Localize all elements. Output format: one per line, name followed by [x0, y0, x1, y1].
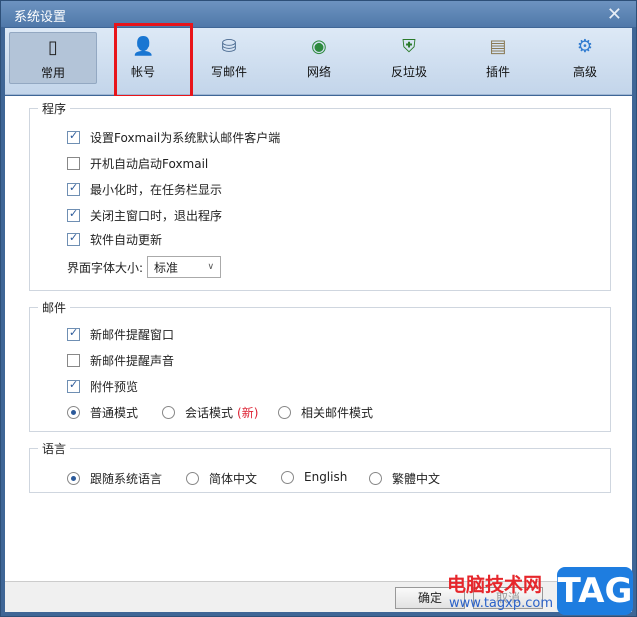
globe-icon: ◉ [311, 36, 327, 57]
tab-compose[interactable]: ⛁ 写邮件 [185, 32, 273, 84]
radio-conversation-mode[interactable]: 会话模式 (新) [162, 404, 258, 421]
radio-label: 会话模式 [185, 406, 234, 420]
title-bar: 系统设置 ✕ [1, 1, 636, 27]
tab-label: 写邮件 [210, 65, 247, 79]
font-size-row: 界面字体大小: 标准 ∨ [67, 256, 222, 278]
settings-toolbar: ▯ 常用 👤 帐号 ⛁ 写邮件 ◉ 网络 ⛨ 反垃圾 ▤ 插件 ⚙ 高级 [5, 28, 632, 95]
window-title: 系统设置 [14, 10, 67, 25]
checkbox-label: 附件预览 [90, 380, 139, 394]
tab-label: 网络 [306, 65, 331, 79]
mail-group: 邮件 新邮件提醒窗口 新邮件提醒声音 附件预览 普通模式 会话模式(新) 相关邮… [29, 299, 611, 432]
radio[interactable] [278, 406, 291, 419]
font-size-select[interactable]: 标准 ∨ [147, 256, 222, 278]
chevron-down-icon: ∨ [207, 262, 215, 272]
tab-advanced[interactable]: ⚙ 高级 [541, 32, 629, 84]
radio-label: English [304, 470, 348, 484]
checkbox-label: 新邮件提醒声音 [90, 354, 175, 368]
checkbox-label: 软件自动更新 [90, 233, 163, 247]
tab-label: 常用 [40, 66, 65, 80]
radio-simplified-chinese[interactable]: 简体中文 [186, 470, 257, 487]
radio[interactable] [281, 470, 294, 484]
checkbox-default-client[interactable]: 设置Foxmail为系统默认邮件客户端 [67, 129, 280, 146]
checkbox-auto-update[interactable]: 软件自动更新 [67, 231, 162, 248]
tab-plugins[interactable]: ▤ 插件 [454, 32, 542, 84]
radio[interactable] [67, 472, 80, 485]
checkbox-new-mail-window[interactable]: 新邮件提醒窗口 [67, 326, 174, 343]
checkbox-attachment-preview[interactable]: 附件预览 [67, 378, 138, 395]
settings-window: 系统设置 ✕ ▯ 常用 👤 帐号 ⛁ 写邮件 ◉ 网络 ⛨ 反垃圾 ▤ 插件 ⚙ 高级 程序 … [0, 0, 637, 617]
radio[interactable] [369, 472, 382, 485]
radio-traditional-chinese[interactable]: 繁體中文 [369, 470, 440, 487]
checkbox[interactable] [67, 207, 80, 222]
radio-label: 相关邮件模式 [301, 406, 374, 420]
checkbox[interactable] [67, 181, 80, 196]
checkbox-autostart[interactable]: 开机自动启动Foxmail [67, 155, 208, 172]
tab-label: 反垃圾 [390, 65, 427, 79]
radio-label: 繁體中文 [392, 472, 441, 486]
checkbox[interactable] [67, 231, 80, 246]
settings-content: 程序 设置Foxmail为系统默认邮件客户端 开机自动启动Foxmail 最小化… [5, 96, 632, 581]
ink-bottle-icon: ⛁ [221, 36, 237, 57]
box-icon: ▤ [489, 36, 507, 57]
shield-icon: ⛨ [402, 36, 416, 57]
group-title: 邮件 [38, 299, 71, 316]
checkbox-label: 新邮件提醒窗口 [90, 328, 175, 342]
group-title: 语言 [38, 440, 71, 457]
group-title: 程序 [38, 100, 71, 117]
checkbox-label: 开机自动启动Foxmail [90, 157, 209, 171]
checkbox-label: 最小化时，在任务栏显示 [90, 183, 223, 197]
tab-general[interactable]: ▯ 常用 [9, 32, 97, 84]
checkbox-label: 关闭主窗口时，退出程序 [90, 209, 223, 223]
radio-follow-system[interactable]: 跟随系统语言 [67, 470, 162, 487]
radio[interactable] [186, 472, 199, 485]
checkbox-label: 设置Foxmail为系统默认邮件客户端 [90, 131, 281, 145]
checkbox[interactable] [67, 354, 80, 367]
watermark-url: www.tagxp.com [449, 596, 553, 611]
tab-antispam[interactable]: ⛨ 反垃圾 [365, 32, 453, 84]
radio[interactable] [162, 406, 175, 419]
watermark-logo: TAG [557, 567, 633, 615]
font-size-value: 标准 [154, 260, 179, 275]
watermark-site-name: 电脑技术网 [447, 574, 543, 596]
highlight-box [114, 23, 193, 98]
checkbox[interactable] [67, 157, 80, 170]
radio-label: 跟随系统语言 [90, 472, 163, 486]
program-group: 程序 设置Foxmail为系统默认邮件客户端 开机自动启动Foxmail 最小化… [29, 100, 611, 291]
tab-label: 插件 [485, 65, 510, 79]
checkbox[interactable] [67, 326, 80, 341]
checkbox-minimize-taskbar[interactable]: 最小化时，在任务栏显示 [67, 181, 222, 198]
close-icon[interactable]: ✕ [607, 4, 622, 25]
tab-label: 高级 [572, 65, 597, 79]
radio-related-mode[interactable]: 相关邮件模式 [278, 404, 373, 421]
tab-network[interactable]: ◉ 网络 [275, 32, 363, 84]
switch-icon: ▯ [48, 37, 58, 58]
radio-label: 简体中文 [209, 472, 258, 486]
checkbox[interactable] [67, 129, 80, 144]
radio-normal-mode[interactable]: 普通模式 [67, 404, 138, 421]
language-group: 语言 跟随系统语言 简体中文 English 繁體中文 [29, 440, 611, 493]
checkbox-close-exit[interactable]: 关闭主窗口时，退出程序 [67, 207, 222, 224]
new-badge: (新) [237, 406, 259, 420]
font-size-label: 界面字体大小: [67, 260, 144, 275]
radio[interactable] [67, 406, 80, 419]
radio-english[interactable]: English [281, 470, 347, 484]
checkbox-new-mail-sound[interactable]: 新邮件提醒声音 [67, 352, 174, 369]
checkbox[interactable] [67, 378, 80, 393]
radio-label: 普通模式 [90, 406, 139, 420]
gear-icon: ⚙ [576, 36, 594, 57]
